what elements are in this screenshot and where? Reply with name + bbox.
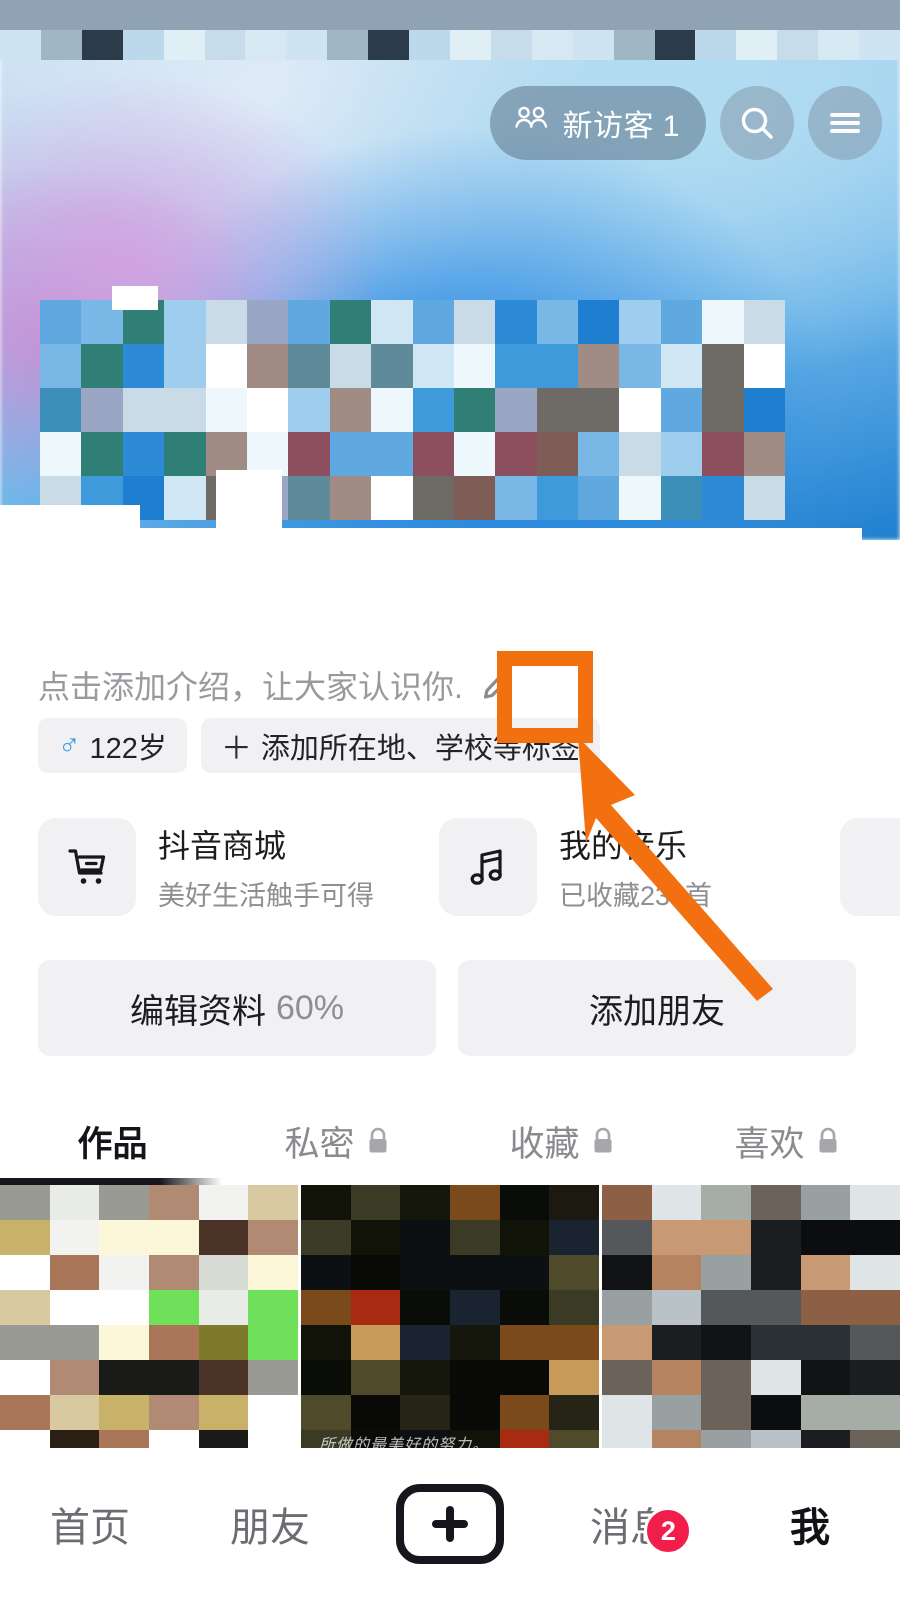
- people-icon: [512, 104, 550, 142]
- censored-thumbnail: [301, 1185, 599, 1465]
- tag-age-gender[interactable]: ♂ 122岁: [38, 718, 187, 773]
- nav-me-label: 我: [790, 1506, 830, 1550]
- video-grid: 所做的最美好的努力。: [0, 1185, 900, 1465]
- shortcut-cards-row: 抖音商城 美好生活触手可得 我的音乐 已收藏230首: [38, 818, 900, 916]
- tab-private-label: 私密: [284, 1124, 355, 1164]
- new-visitors-button[interactable]: 新访客 1: [490, 86, 706, 160]
- tab-likes-label: 喜欢: [734, 1124, 805, 1164]
- edit-profile-button[interactable]: 编辑资料 60%: [38, 960, 436, 1056]
- active-tab-indicator: [0, 1178, 222, 1185]
- search-icon: [738, 104, 776, 142]
- nav-item-messages[interactable]: 消息 2: [540, 1495, 720, 1555]
- profile-banner[interactable]: 新访客 1: [0, 0, 900, 540]
- bio-placeholder-text: 点击添加介绍，让大家认识你.: [38, 669, 463, 705]
- shortcut-card-mall[interactable]: 抖音商城 美好生活触手可得: [38, 818, 413, 916]
- add-friend-label: 添加朋友: [589, 992, 725, 1031]
- nav-item-friends[interactable]: 朋友: [180, 1495, 360, 1553]
- app-screen: 新访客 1 点击添加介绍，让大家认识你. ♂ 122岁 ＋ 添加所在地、学校等标…: [0, 0, 900, 1600]
- tag-add-info-label: 添加所在地、学校等标签: [260, 732, 580, 765]
- shortcut-card-subtitle: 美好生活触手可得: [158, 881, 374, 911]
- status-badge: 2: [644, 1507, 693, 1555]
- plus-create-icon: [396, 1484, 504, 1564]
- banner-mask-5: [112, 286, 158, 310]
- profile-action-buttons: 编辑资料 60% 添加朋友: [38, 960, 856, 1056]
- banner-mask-3: [0, 528, 862, 540]
- tab-favorites[interactable]: 收藏: [450, 1116, 675, 1167]
- censored-thumbnail: [0, 1185, 298, 1465]
- nav-item-me[interactable]: 我: [720, 1495, 900, 1553]
- nav-home-label: 首页: [50, 1506, 130, 1550]
- tab-works-label: 作品: [77, 1124, 148, 1164]
- shortcut-card-music[interactable]: 我的音乐 已收藏230首: [439, 818, 814, 916]
- tab-private[interactable]: 私密: [225, 1116, 450, 1167]
- add-friend-button[interactable]: 添加朋友: [458, 960, 856, 1056]
- edit-profile-percent: 60%: [275, 988, 345, 1027]
- censored-status-bar: [0, 0, 900, 60]
- hamburger-menu-icon: [827, 109, 863, 137]
- nav-item-create[interactable]: [360, 1484, 540, 1564]
- menu-button[interactable]: [808, 86, 882, 160]
- lock-icon: [590, 1126, 616, 1156]
- shortcut-card-subtitle: 已收藏230首: [559, 881, 713, 911]
- shortcut-card-title: 我的音乐: [559, 828, 688, 864]
- tag-add-info[interactable]: ＋ 添加所在地、学校等标签: [200, 718, 600, 773]
- video-thumbnail[interactable]: 所做的最美好的努力。: [301, 1185, 599, 1465]
- tag-age-label: 122岁: [89, 732, 167, 765]
- video-thumbnail[interactable]: [602, 1185, 900, 1465]
- bottom-navigation-bar: 首页 朋友 消息 2 我: [0, 1448, 900, 1600]
- shopping-cart-icon: [38, 818, 136, 916]
- nav-item-home[interactable]: 首页: [0, 1495, 180, 1553]
- tab-favorites-label: 收藏: [509, 1124, 580, 1164]
- shortcut-card-title: 抖音商城: [158, 828, 287, 864]
- censored-profile-identity: [40, 300, 785, 520]
- partial-card-icon: [840, 818, 900, 916]
- video-thumbnail[interactable]: [0, 1185, 298, 1465]
- bio-row[interactable]: 点击添加介绍，让大家认识你.: [38, 662, 519, 708]
- lock-icon: [365, 1126, 391, 1156]
- music-note-icon: [439, 818, 537, 916]
- tab-likes[interactable]: 喜欢: [675, 1116, 900, 1167]
- pencil-edit-icon[interactable]: [475, 663, 519, 707]
- nav-friends-label: 朋友: [230, 1506, 310, 1550]
- male-gender-icon: ♂: [58, 728, 81, 762]
- profile-tags: ♂ 122岁 ＋ 添加所在地、学校等标签: [38, 718, 600, 773]
- tab-works[interactable]: 作品: [0, 1116, 225, 1167]
- plus-icon: ＋: [220, 731, 252, 766]
- content-tabs: 作品 私密 收藏 喜欢: [0, 1100, 900, 1182]
- lock-icon: [815, 1126, 841, 1156]
- search-button[interactable]: [720, 86, 794, 160]
- edit-profile-label: 编辑资料: [129, 992, 266, 1031]
- shortcut-card-partial[interactable]: [840, 818, 900, 916]
- new-visitors-label: 新访客 1: [562, 110, 680, 143]
- censored-thumbnail: [602, 1185, 900, 1465]
- banner-header-controls: 新访客 1: [490, 86, 882, 160]
